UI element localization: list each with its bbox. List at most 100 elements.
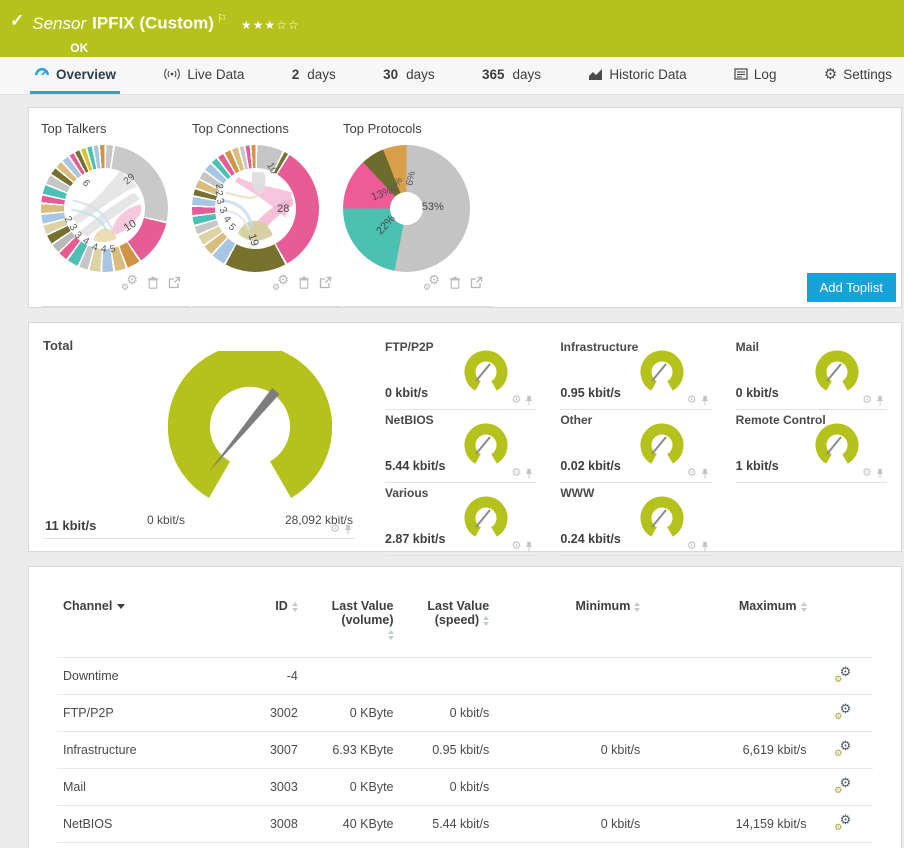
channel-gauge-cell: Mail 0 kbit/s ⚙	[735, 337, 887, 410]
pin-icon[interactable]	[525, 541, 533, 552]
tab-overview[interactable]: Overview	[30, 57, 121, 94]
sort-desc-icon	[117, 604, 126, 610]
cell-channel: Downtime	[57, 657, 244, 695]
channel-gauge	[464, 423, 508, 464]
column-header-maximum[interactable]: Maximum	[646, 585, 812, 658]
channel-row: FTP/P2P 3002 0 KByte 0 kbit/s ⚙ ⚙	[57, 694, 873, 732]
open-toplist-icon[interactable]	[168, 276, 181, 289]
sort-icon	[483, 615, 490, 626]
cell-maximum: 14,159 kbit/s	[646, 805, 813, 843]
column-header-channel[interactable]: Channel	[57, 585, 243, 658]
pin-icon[interactable]	[344, 524, 352, 535]
pin-icon[interactable]	[701, 468, 709, 479]
gauge-settings-icon[interactable]: ⚙	[862, 395, 872, 406]
column-header-actions	[813, 585, 873, 658]
cell-minimum: 0 kbit/s	[495, 805, 647, 843]
column-header-id[interactable]: ID	[243, 585, 303, 658]
cell-id: 0	[243, 842, 304, 848]
cell-channel: NetBIOS	[57, 805, 244, 843]
log-icon	[734, 68, 748, 80]
channel-gauge-cell: Remote Control 1 kbit/s ⚙	[735, 410, 887, 483]
channel-gauge-cell: Infrastructure 0.95 kbit/s ⚙	[560, 337, 712, 410]
delete-toplist-icon[interactable]	[298, 276, 310, 289]
channel-settings-icon[interactable]: ⚙ ⚙	[834, 702, 851, 721]
tab-30-days[interactable]: 30 days	[379, 57, 439, 94]
delete-toplist-icon[interactable]	[147, 276, 159, 289]
tab-settings[interactable]: ⚙ Settings	[820, 57, 896, 94]
column-header-last-value-speed[interactable]: Last Value (speed)	[400, 585, 496, 658]
pin-icon[interactable]	[876, 468, 884, 479]
channel-gauge-cell: NetBIOS 5.44 kbit/s ⚙	[385, 410, 537, 483]
channel-settings-icon[interactable]: ⚙ ⚙	[834, 813, 851, 832]
pin-icon[interactable]	[525, 468, 533, 479]
gauge-settings-icon[interactable]: ⚙	[511, 541, 521, 552]
cell-minimum	[495, 657, 647, 695]
open-toplist-icon[interactable]	[319, 276, 332, 289]
gauge-settings-icon[interactable]: ⚙	[511, 395, 521, 406]
channel-gauge-cell: Various 2.87 kbit/s ⚙	[385, 483, 537, 556]
pin-icon[interactable]	[701, 395, 709, 406]
toplist-settings-icon[interactable]: ⚙ ⚙	[121, 273, 138, 292]
sensor-titles: Sensor IPFIX (Custom) ⚐ ★★★☆☆ OK	[32, 10, 299, 55]
channel-settings-icon[interactable]: ⚙ ⚙	[834, 776, 851, 795]
cell-last-value-speed: 5.44 kbit/s	[399, 805, 496, 843]
toplist-card-protocols: Top Protocols 53% 22% 13% 6% 6% ⚙ ⚙	[343, 119, 493, 307]
toplist-settings-icon[interactable]: ⚙ ⚙	[272, 273, 289, 292]
tab-bar: Overview Live Data 2 days 30 days 365 days …	[0, 57, 904, 95]
top-talkers-chart[interactable]: 6 29 10 2 3 3 4 4 4 5	[41, 145, 168, 272]
sort-icon	[291, 601, 298, 612]
channel-gauge-value: 0.02 kbit/s	[560, 459, 621, 473]
top-connections-chart[interactable]: 10 28 19 5 4 3 3 2 2	[192, 145, 319, 272]
channel-gauge-cell: WWW 0.24 kbit/s ⚙	[560, 483, 712, 556]
channel-gauge-value: 0 kbit/s	[735, 386, 779, 400]
channel-gauge-cell: FTP/P2P 0 kbit/s ⚙	[385, 337, 537, 410]
open-toplist-icon[interactable]	[470, 276, 483, 289]
gauge-settings-icon[interactable]: ⚙	[687, 541, 697, 552]
gauge-settings-icon[interactable]: ⚙	[862, 468, 872, 479]
pin-icon[interactable]	[525, 395, 533, 406]
pin-icon[interactable]	[876, 395, 884, 406]
pin-icon[interactable]	[701, 541, 709, 552]
cell-last-value-speed: 0 kbit/s	[399, 768, 496, 806]
gauge-settings-icon[interactable]: ⚙	[511, 468, 521, 479]
tab-2-days[interactable]: 2 days	[288, 57, 340, 94]
channel-gauge-value: 1 kbit/s	[735, 459, 779, 473]
cell-minimum	[495, 694, 647, 732]
cell-last-value-speed: 0.02 kbit/s	[399, 842, 496, 848]
channel-row: Other 0 0.14 KByte 0.02 kbit/s 0 kbit/s …	[57, 842, 873, 848]
channel-settings-icon[interactable]: ⚙ ⚙	[834, 739, 851, 758]
column-header-minimum[interactable]: Minimum	[495, 585, 646, 658]
total-value: 11 kbit/s	[45, 518, 97, 533]
toplist-title: Top Talkers	[41, 121, 107, 136]
tab-live-data[interactable]: Live Data	[159, 57, 248, 94]
toplist-title: Top Protocols	[343, 121, 422, 136]
tab-log[interactable]: Log	[730, 57, 781, 94]
channel-row: NetBIOS 3008 40 KByte 5.44 kbit/s 0 kbit…	[57, 805, 873, 843]
gear-icon: ⚙	[823, 65, 838, 83]
delete-toplist-icon[interactable]	[449, 276, 461, 289]
gauge-settings-icon[interactable]: ⚙	[687, 468, 697, 479]
sort-icon	[800, 601, 807, 612]
toplist-settings-icon[interactable]: ⚙ ⚙	[423, 273, 440, 292]
tab-historic-data[interactable]: Historic Data	[584, 57, 690, 94]
cell-last-value-speed: 0.95 kbit/s	[399, 731, 496, 769]
cell-id: 3008	[243, 805, 304, 843]
gauge-settings-icon[interactable]: ⚙	[330, 524, 340, 535]
flag-icon[interactable]: ⚐	[217, 13, 227, 25]
priority-stars[interactable]: ★★★☆☆	[241, 18, 300, 32]
column-header-last-value-volume[interactable]: Last Value (volume)	[304, 585, 400, 658]
sensor-status-header: ✓ Sensor IPFIX (Custom) ⚐ ★★★☆☆ OK	[0, 0, 904, 57]
cell-maximum: 19 kbit/s	[646, 842, 813, 848]
add-toplist-button[interactable]: Add Toplist	[806, 273, 896, 302]
top-protocols-chart[interactable]: 53% 22% 13% 6% 6%	[343, 145, 470, 272]
cell-minimum	[495, 768, 647, 806]
cell-last-value-volume: 0 KByte	[303, 694, 400, 732]
toplist-title: Top Connections	[192, 121, 289, 136]
channel-settings-icon[interactable]: ⚙ ⚙	[834, 665, 851, 684]
channel-gauge-cell: Other 0.02 kbit/s ⚙	[560, 410, 712, 483]
channel-gauge	[815, 423, 859, 464]
tab-365-days[interactable]: 365 days	[478, 57, 545, 94]
sort-icon	[387, 629, 394, 640]
cell-id: 3007	[243, 731, 304, 769]
gauge-settings-icon[interactable]: ⚙	[687, 395, 697, 406]
